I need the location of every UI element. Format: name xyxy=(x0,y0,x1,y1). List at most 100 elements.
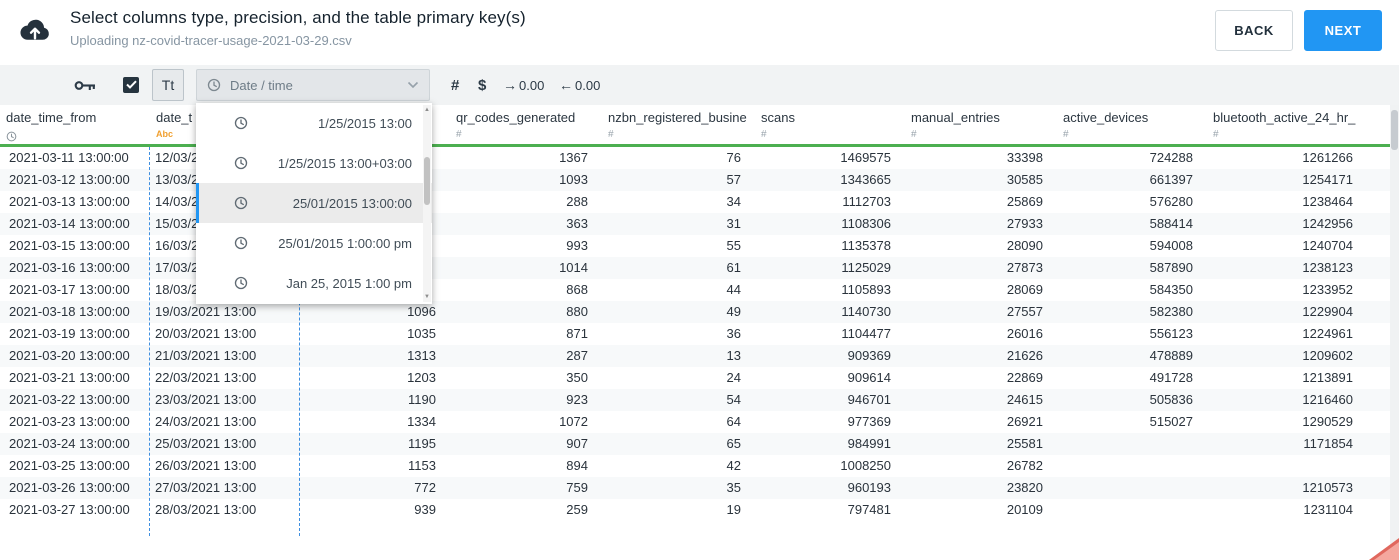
column-type-toolbar: Tt Date / time # $ → 0.00 ← 0.00 xyxy=(0,65,1399,105)
column-header-nzbn_registered_busine[interactable]: nzbn_registered_busine # xyxy=(602,105,755,144)
currency-type-button[interactable]: $ xyxy=(478,65,486,105)
check-icon xyxy=(125,76,137,94)
table-cell: 22/03/2021 13:00 xyxy=(155,370,257,385)
table-cell: 797481 xyxy=(847,502,891,517)
column-header-scans[interactable]: scans # xyxy=(755,105,905,144)
date-format-option[interactable]: 1/25/2015 13:00 xyxy=(196,103,432,143)
column-header-date_time_from[interactable]: date_time_from xyxy=(0,105,150,144)
table-cell xyxy=(1057,477,1207,499)
table-row: 2021-03-25 13:00:00 26/03/2021 13:00 1153 8… xyxy=(0,455,1390,477)
table-cell: 36 xyxy=(726,326,741,341)
date-format-label: 1/25/2015 13:00 xyxy=(318,115,412,131)
vertical-scrollbar[interactable] xyxy=(1390,105,1399,560)
table-cell: 22869 xyxy=(1006,370,1043,385)
table-cell: 27/03/2021 13:00 xyxy=(155,480,257,495)
table-cell: 19 xyxy=(726,502,741,517)
date-format-option[interactable]: 25/01/2015 13:00:00 xyxy=(196,183,432,223)
nullable-checkbox[interactable] xyxy=(123,77,139,93)
table-cell: 2021-03-13 13:00:00 xyxy=(9,194,130,209)
table-cell: 1008250 xyxy=(840,458,891,473)
table-cell: 259 xyxy=(566,502,588,517)
table-cell: 26782 xyxy=(1006,458,1043,473)
table-cell: 1231104 xyxy=(1303,502,1353,517)
table-cell: 76 xyxy=(726,150,741,165)
table-cell: 1203 xyxy=(407,370,436,385)
table-cell: 26/03/2021 13:00 xyxy=(155,458,257,473)
table-cell: 984991 xyxy=(847,436,891,451)
number-type-label: # xyxy=(608,129,614,140)
date-format-option[interactable]: Jan 25, 2015 1:00 pm xyxy=(196,263,432,303)
text-type-button[interactable]: Tt xyxy=(152,69,184,101)
table-cell: 880 xyxy=(566,304,588,319)
arrow-left-icon: ← xyxy=(559,77,573,93)
number-type-label: # xyxy=(761,129,767,140)
table-cell: 661397 xyxy=(1149,172,1193,187)
table-cell: 1112703 xyxy=(842,194,891,209)
decrease-decimal-button[interactable]: ← 0.00 xyxy=(559,65,600,105)
decimal-format-label: 0.00 xyxy=(575,77,601,93)
table-cell: 25/03/2021 13:00 xyxy=(155,436,257,451)
wizard-actions: BACK NEXT xyxy=(1215,10,1382,51)
date-format-option[interactable]: 1/25/2015 13:00+03:00 xyxy=(196,143,432,183)
table-cell: 556123 xyxy=(1149,326,1193,341)
table-cell: 28/03/2021 13:00 xyxy=(155,502,257,517)
table-cell: 960193 xyxy=(847,480,891,495)
number-type-button[interactable]: # xyxy=(451,65,459,105)
table-cell: 868 xyxy=(566,282,588,297)
table-cell: 1343665 xyxy=(840,172,891,187)
dropdown-scrollbar[interactable]: ▲ ▼ xyxy=(423,105,431,302)
table-row: 2021-03-27 13:00:00 28/03/2021 13:00 939 25… xyxy=(0,499,1390,521)
table-cell: 2021-03-22 13:00:00 xyxy=(9,392,130,407)
table-cell: 27557 xyxy=(1006,304,1043,319)
column-header-manual_entries[interactable]: manual_entries # xyxy=(905,105,1057,144)
table-row: 2021-03-26 13:00:00 27/03/2021 13:00 772 75… xyxy=(0,477,1390,499)
table-cell: 1190 xyxy=(408,392,436,407)
primary-key-button[interactable] xyxy=(74,79,96,95)
chevron-down-icon xyxy=(407,76,419,94)
table-cell: 2021-03-27 13:00:00 xyxy=(9,502,130,517)
table-cell: 49 xyxy=(726,304,741,319)
table-cell: 35 xyxy=(726,480,741,495)
table-cell: 923 xyxy=(566,392,588,407)
table-cell: 21/03/2021 13:00 xyxy=(155,348,257,363)
table-cell: 1135378 xyxy=(841,238,891,253)
table-cell: 30585 xyxy=(1006,172,1043,187)
date-format-label: Jan 25, 2015 1:00 pm xyxy=(286,275,412,291)
table-cell: 24/03/2021 13:00 xyxy=(155,414,257,429)
table-cell: 2021-03-21 13:00:00 xyxy=(9,370,130,385)
back-button[interactable]: BACK xyxy=(1215,10,1293,51)
clock-icon xyxy=(234,156,248,170)
table-cell: 65 xyxy=(726,436,741,451)
next-button[interactable]: NEXT xyxy=(1304,10,1382,51)
table-row: 2021-03-24 13:00:00 25/03/2021 13:00 1195 9… xyxy=(0,433,1390,455)
date-format-option[interactable]: 25/01/2015 1:00:00 pm xyxy=(196,223,432,263)
table-cell: 31 xyxy=(726,216,741,231)
table-cell: 1093 xyxy=(559,172,588,187)
dropdown-scrollbar-thumb[interactable] xyxy=(424,157,430,205)
column-header-qr_codes_generated[interactable]: qr_codes_generated # xyxy=(450,105,602,144)
increase-decimal-button[interactable]: → 0.00 xyxy=(503,65,544,105)
arrow-right-icon: → xyxy=(503,77,517,93)
table-cell xyxy=(1057,433,1207,455)
table-cell: 2021-03-23 13:00:00 xyxy=(9,414,130,429)
table-cell: 1210573 xyxy=(1302,480,1353,495)
table-cell: 2021-03-24 13:00:00 xyxy=(9,436,130,451)
vertical-scrollbar-thumb[interactable] xyxy=(1391,110,1398,150)
table-row: 2021-03-21 13:00:00 22/03/2021 13:00 1203 3… xyxy=(0,367,1390,389)
scroll-down-icon[interactable]: ▼ xyxy=(424,292,430,302)
scroll-up-icon[interactable]: ▲ xyxy=(424,105,430,115)
table-cell: 1195 xyxy=(408,436,436,451)
table-cell: 1224961 xyxy=(1302,326,1353,341)
table-cell: 1238123 xyxy=(1302,260,1353,275)
table-cell: 2021-03-16 13:00:00 xyxy=(9,260,130,275)
column-header-active_devices[interactable]: active_devices # xyxy=(1057,105,1207,144)
table-cell: 1140730 xyxy=(841,304,891,319)
column-name: bluetooth_active_24_hr_ xyxy=(1213,110,1356,125)
table-cell: 871 xyxy=(566,326,588,341)
corner-triangle-inner xyxy=(1374,542,1399,560)
column-name: scans xyxy=(761,110,795,125)
table-cell: 1242956 xyxy=(1302,216,1353,231)
datetime-type-select[interactable]: Date / time xyxy=(196,69,430,101)
number-type-label: # xyxy=(1213,129,1219,140)
column-header-bluetooth_active_24_hr_[interactable]: bluetooth_active_24_hr_ # xyxy=(1207,105,1367,144)
